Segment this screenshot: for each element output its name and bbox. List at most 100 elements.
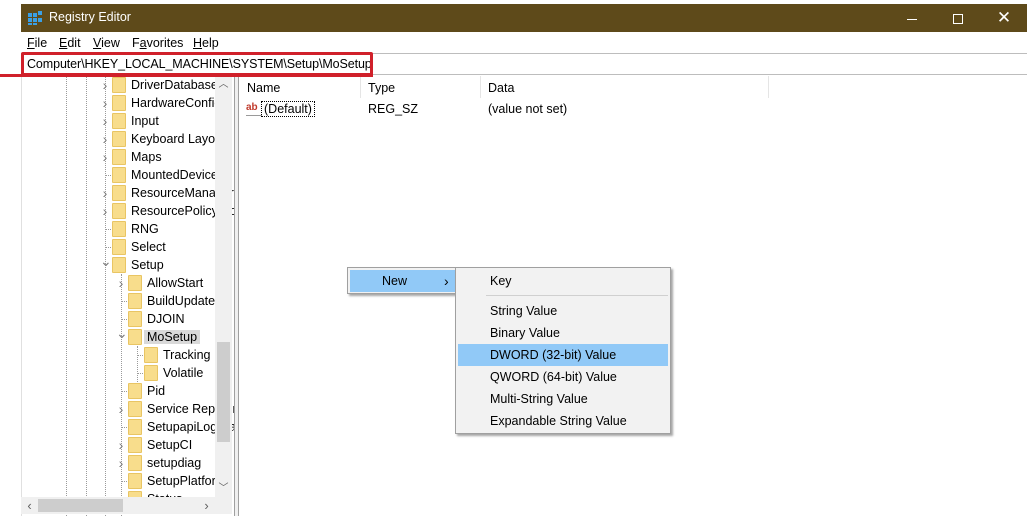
- chevron-right-icon[interactable]: ›: [100, 78, 110, 92]
- folder-icon: [128, 401, 142, 417]
- menu-view-label: iew: [101, 36, 120, 50]
- tree-item-label: setupdiag: [147, 456, 202, 470]
- chevron-right-icon[interactable]: ›: [116, 276, 126, 290]
- menu-file-label: ile: [34, 36, 48, 50]
- maximize-button[interactable]: [935, 4, 981, 32]
- tree-horizontal-scrollbar[interactable]: ‹ ›: [21, 497, 232, 514]
- scroll-down-arrow-icon[interactable]: ﹀: [215, 480, 232, 497]
- folder-icon: [112, 113, 126, 129]
- column-header-type[interactable]: Type: [361, 76, 481, 98]
- chevron-right-icon[interactable]: ›: [116, 456, 126, 470]
- minimize-button[interactable]: [889, 4, 935, 32]
- chevron-right-icon[interactable]: ›: [100, 186, 110, 200]
- chevron-right-icon[interactable]: ›: [116, 438, 126, 452]
- menu-item-expandable-string-value[interactable]: Expandable String Value: [458, 410, 668, 432]
- folder-icon: [128, 275, 142, 291]
- chevron-down-icon[interactable]: ⌄: [100, 254, 112, 268]
- tree-item-setupdiag[interactable]: › setupdiag: [22, 454, 234, 472]
- tree-item-tracking[interactable]: Tracking: [22, 346, 234, 364]
- tree-item-resourcepolicystore[interactable]: ›ResourcePolicyStore: [22, 202, 234, 220]
- chevron-right-icon[interactable]: ›: [100, 150, 110, 164]
- column-header-name[interactable]: Name: [239, 76, 361, 98]
- folder-icon: [128, 383, 142, 399]
- new-submenu: Key String Value Binary Value DWORD (32-bit…: [455, 267, 671, 434]
- menu-item-string-value[interactable]: String Value: [458, 300, 668, 322]
- menu-view[interactable]: View: [93, 36, 120, 50]
- close-button[interactable]: ✕: [981, 4, 1027, 32]
- menu-view-accel: V: [93, 36, 102, 50]
- tree-item-label: Volatile: [163, 366, 204, 380]
- column-header-data[interactable]: Data: [481, 76, 769, 98]
- menu-item-label: DWORD (32-bit) Value: [490, 348, 617, 362]
- tree-item-keyboard-layout[interactable]: › Keyboard Layout: [22, 130, 234, 148]
- tree-guide-branch: [121, 427, 127, 428]
- menu-file[interactable]: File: [27, 36, 47, 50]
- tree-item-mosetup[interactable]: ⌄ MoSetup: [22, 326, 234, 346]
- tree-item-label: BuildUpdate: [147, 294, 216, 308]
- tree-item-setupplatform[interactable]: SetupPlatform: [22, 472, 234, 490]
- tree-item-setupapilogstatus[interactable]: SetupapiLogStatus: [22, 418, 234, 436]
- menu-item-dword-32-bit-value[interactable]: DWORD (32-bit) Value: [458, 344, 668, 366]
- folder-icon: [112, 131, 126, 147]
- tree-vertical-scrollbar[interactable]: ︿ ﹀: [215, 76, 232, 497]
- scroll-right-arrow-icon[interactable]: ›: [198, 497, 215, 514]
- tree-item-allowstart[interactable]: › AllowStart: [22, 274, 234, 292]
- tree-item-buildupdate[interactable]: BuildUpdate: [22, 292, 234, 310]
- value-row[interactable]: ab (Default) REG_SZ (value not set): [239, 100, 1027, 118]
- chevron-right-icon[interactable]: ›: [100, 204, 110, 218]
- tree-item-service-reporting[interactable]: ›Service Reporting: [22, 400, 234, 418]
- menu-item-multi-string-value[interactable]: Multi-String Value: [458, 388, 668, 410]
- tree-item-resourcemanager[interactable]: › ResourceManager: [22, 184, 234, 202]
- menu-bar: File Edit View Favorites Help: [21, 32, 1027, 53]
- tree-item-setup[interactable]: ⌄ Setup: [22, 254, 234, 274]
- menu-item-label: Expandable String Value: [490, 414, 627, 428]
- close-icon: ✕: [996, 8, 1012, 27]
- tree-guide-branch: [105, 229, 111, 230]
- menu-favorites-pre: F: [132, 36, 140, 50]
- menu-favorites[interactable]: Favorites: [132, 36, 183, 50]
- folder-icon: [112, 77, 126, 93]
- menu-help[interactable]: Help: [193, 36, 219, 50]
- menu-edit-label: dit: [67, 36, 81, 50]
- menu-favorites-label: vorites: [146, 36, 184, 50]
- chevron-right-icon[interactable]: ›: [100, 132, 110, 146]
- folder-icon: [112, 149, 126, 165]
- chevron-right-icon[interactable]: ›: [100, 96, 110, 110]
- value-name[interactable]: (Default): [261, 101, 315, 117]
- tree-item-maps[interactable]: › Maps: [22, 148, 234, 166]
- tree-item-volatile[interactable]: Volatile: [22, 364, 234, 382]
- menu-edit[interactable]: Edit: [59, 36, 81, 50]
- scroll-left-arrow-icon[interactable]: ‹: [21, 497, 38, 514]
- menu-item-new[interactable]: New ›: [350, 270, 456, 292]
- tree-item-driverdatabase[interactable]: › DriverDatabase: [22, 76, 234, 94]
- tree-item-djoin[interactable]: DJOIN: [22, 310, 234, 328]
- tree-item-input[interactable]: › Input: [22, 112, 234, 130]
- tree-item-pid[interactable]: Pid: [22, 382, 234, 400]
- tree-guide-branch: [121, 301, 127, 302]
- address-highlight-annotation: [21, 52, 373, 76]
- folder-icon: [128, 419, 142, 435]
- tree-item-label: Tracking: [163, 348, 211, 362]
- folder-icon: [128, 293, 142, 309]
- minimize-icon: [907, 18, 917, 20]
- value-data: (value not set): [488, 102, 568, 116]
- tree-horizontal-scroll-thumb[interactable]: [38, 499, 123, 512]
- chevron-right-icon[interactable]: ›: [100, 114, 110, 128]
- title-bar[interactable]: Registry Editor ✕: [21, 4, 1027, 32]
- chevron-right-icon[interactable]: ›: [116, 402, 126, 416]
- menu-item-binary-value[interactable]: Binary Value: [458, 322, 668, 344]
- scroll-up-arrow-icon[interactable]: ︿: [215, 76, 232, 93]
- menu-item-qword-64-bit-value[interactable]: QWORD (64-bit) Value: [458, 366, 668, 388]
- chevron-down-icon[interactable]: ⌄: [116, 326, 128, 340]
- tree-item-setupci[interactable]: › SetupCI: [22, 436, 234, 454]
- folder-icon: [144, 365, 158, 381]
- tree-item-label: Pid: [147, 384, 166, 398]
- menu-item-key[interactable]: Key: [458, 270, 668, 292]
- tree-item-select[interactable]: Select: [22, 238, 234, 256]
- address-highlight-underline: [0, 74, 373, 77]
- tree-item-mounteddevices[interactable]: MountedDevices: [22, 166, 234, 184]
- folder-icon: [128, 473, 142, 489]
- tree-item-rng[interactable]: RNG: [22, 220, 234, 238]
- tree-item-hardwareconfig[interactable]: › HardwareConfig: [22, 94, 234, 112]
- tree-vertical-scroll-thumb[interactable]: [217, 342, 230, 442]
